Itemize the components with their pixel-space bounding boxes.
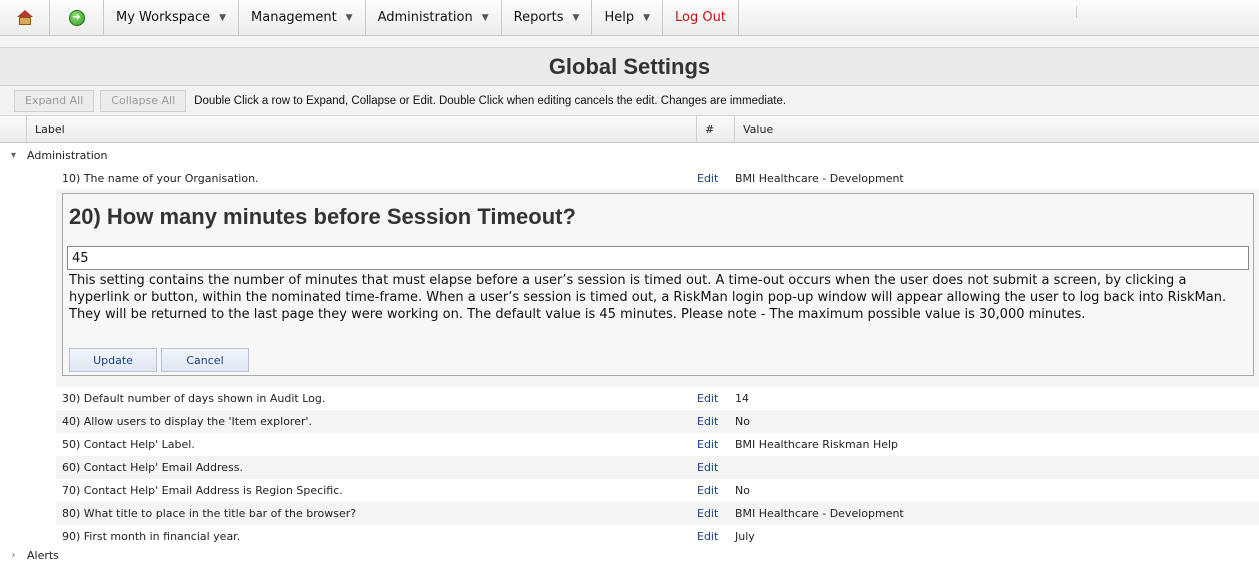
row-value: July xyxy=(735,530,755,543)
row-value: BMI Healthcare Riskman Help xyxy=(735,438,899,451)
setting-description: This setting contains the number of minu… xyxy=(69,273,1227,322)
edit-title: 20) How many minutes before Session Time… xyxy=(69,204,576,229)
table-row[interactable]: 60) Contact Help' Email Address. Edit xyxy=(56,456,1259,479)
row-label: 40) Allow users to display the 'Item exp… xyxy=(62,415,313,428)
table-row[interactable]: 40) Allow users to display the 'Item exp… xyxy=(56,410,1259,433)
row-value: 14 xyxy=(735,392,749,405)
row-label: 30) Default number of days shown in Audi… xyxy=(62,392,326,405)
chevron-down-icon[interactable]: ▾ xyxy=(0,150,27,161)
column-header-label[interactable]: Label xyxy=(27,116,697,142)
row-value: BMI Healthcare - Development xyxy=(735,507,904,520)
table-row[interactable]: 90) First month in financial year. Edit … xyxy=(56,525,1259,548)
menu-help[interactable]: Help ▼ xyxy=(592,0,664,35)
chevron-right-icon[interactable]: › xyxy=(0,550,27,561)
table-row[interactable]: 30) Default number of days shown in Audi… xyxy=(56,387,1259,410)
menu-reports[interactable]: Reports ▼ xyxy=(502,0,593,35)
row-label: 70) Contact Help' Email Address is Regio… xyxy=(62,484,343,497)
instructions-text: Double Click a row to Expand, Collapse o… xyxy=(194,94,787,107)
chevron-down-icon: ▼ xyxy=(572,12,580,23)
grid-header: Label # Value xyxy=(0,116,1259,143)
collapse-all-button[interactable]: Collapse All xyxy=(100,89,187,112)
edit-link[interactable]: Edit xyxy=(697,461,735,474)
group-label: Alerts xyxy=(27,548,59,562)
column-header-value[interactable]: Value xyxy=(735,116,1259,142)
update-button[interactable]: Update xyxy=(69,348,157,372)
chevron-down-icon: ▼ xyxy=(219,12,227,23)
go-arrow-icon: ➜ xyxy=(68,9,85,26)
edit-link[interactable]: Edit xyxy=(697,438,735,451)
logout-link[interactable]: Log Out xyxy=(663,0,739,35)
edit-link[interactable]: Edit xyxy=(697,172,735,185)
row-value: No xyxy=(735,484,750,497)
table-row[interactable]: 50) Contact Help' Label. Edit BMI Health… xyxy=(56,433,1259,456)
edit-link[interactable]: Edit xyxy=(697,415,735,428)
row-value: No xyxy=(735,415,750,428)
table-row[interactable]: 70) Contact Help' Email Address is Regio… xyxy=(56,479,1259,502)
row-label: 90) First month in financial year. xyxy=(62,530,241,543)
group-row-alerts[interactable]: › Alerts xyxy=(0,546,1259,564)
top-menu-bar: ➜ My Workspace ▼ Management ▼ Administrati… xyxy=(0,0,1259,36)
group-label: Administration xyxy=(27,148,108,162)
house-icon xyxy=(16,9,34,26)
cancel-button[interactable]: Cancel xyxy=(161,348,249,372)
chevron-down-icon: ▼ xyxy=(643,12,651,23)
column-header-number[interactable]: # xyxy=(697,116,735,142)
chevron-down-icon: ▼ xyxy=(481,12,489,23)
page-title: Global Settings xyxy=(0,48,1259,86)
menu-management[interactable]: Management ▼ xyxy=(239,0,366,35)
chevron-down-icon: ▼ xyxy=(345,12,353,23)
row-label: 50) Contact Help' Label. xyxy=(62,438,195,451)
edit-panel: 20) How many minutes before Session Time… xyxy=(62,193,1254,376)
go-button[interactable]: ➜ xyxy=(50,0,104,35)
header-spacer xyxy=(0,116,27,142)
menu-my-workspace[interactable]: My Workspace ▼ xyxy=(104,0,240,35)
group-row-administration[interactable]: ▾ Administration xyxy=(0,144,1259,166)
menu-strip xyxy=(0,36,1259,48)
table-row[interactable]: 80) What title to place in the title bar… xyxy=(56,502,1259,525)
edit-link[interactable]: Edit xyxy=(697,484,735,497)
row-value: BMI Healthcare - Development xyxy=(735,172,904,185)
edit-link[interactable]: Edit xyxy=(697,530,735,543)
row-label: 80) What title to place in the title bar… xyxy=(62,507,357,520)
edit-link[interactable]: Edit xyxy=(697,507,735,520)
menu-administration[interactable]: Administration ▼ xyxy=(366,0,502,35)
row-label: 60) Contact Help' Email Address. xyxy=(62,461,243,474)
row-label: 10) The name of your Organisation. xyxy=(62,172,259,185)
edit-link[interactable]: Edit xyxy=(697,392,735,405)
expand-all-button[interactable]: Expand All xyxy=(14,89,95,112)
home-button[interactable] xyxy=(0,0,50,35)
edit-row: 20) How many minutes before Session Time… xyxy=(56,189,1259,387)
table-row[interactable]: 10) The name of your Organisation. Edit … xyxy=(56,167,1259,190)
setting-value-input[interactable] xyxy=(67,246,1249,270)
toolbar: Expand All Collapse All Double Click a r… xyxy=(0,86,1259,116)
menu-filler xyxy=(739,0,1259,35)
